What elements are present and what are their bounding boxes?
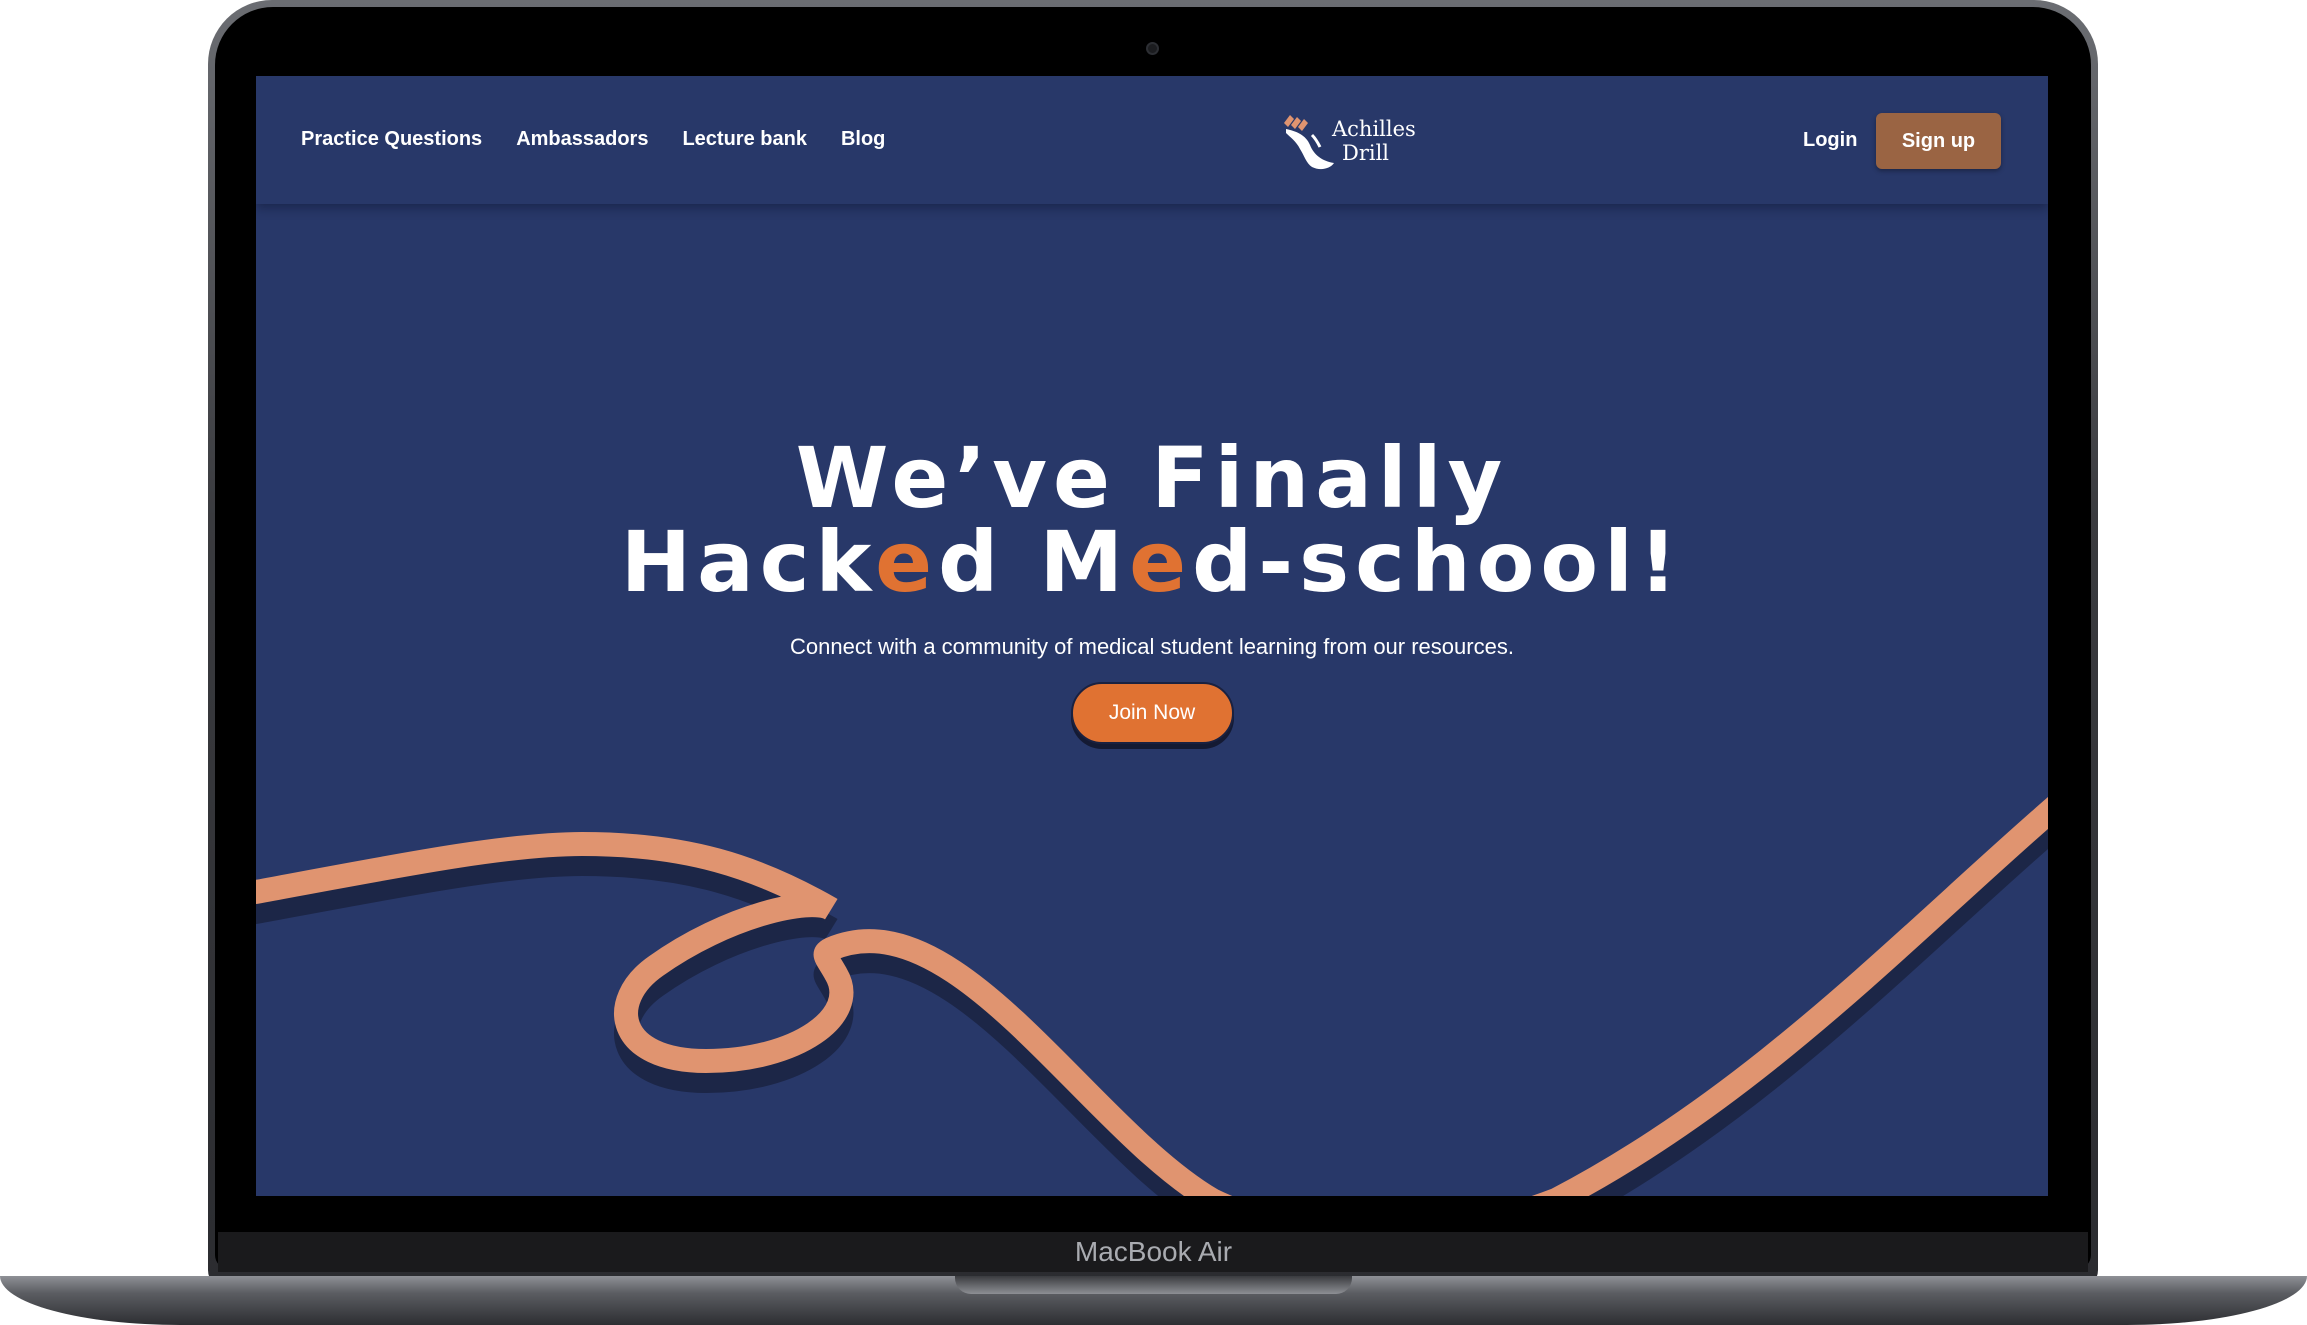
join-now-button[interactable]: Join Now	[1070, 682, 1234, 744]
website-screen: Practice Questions Ambassadors Lecture b…	[256, 76, 2048, 1196]
nav-blog[interactable]: Blog	[841, 128, 885, 151]
nav-practice-questions[interactable]: Practice Questions	[301, 128, 482, 151]
nav-lecture-bank[interactable]: Lecture bank	[682, 128, 806, 151]
running-foot-icon	[1284, 115, 1334, 170]
hero-title: We’ve Finally Hacked Med-school!	[256, 436, 2048, 604]
signup-button[interactable]: Sign up	[1876, 113, 2001, 169]
logo-line2: Drill	[1342, 141, 1390, 165]
laptop-model-label: MacBook Air	[1074, 1236, 1233, 1267]
hero-title-accent-e1: e	[875, 513, 939, 611]
top-navbar: Practice Questions Ambassadors Lecture b…	[256, 76, 2048, 204]
hero-section: We’ve Finally Hacked Med-school! Connect…	[256, 436, 2048, 744]
achilles-drill-logo[interactable]: Achilles Drill	[1280, 109, 1425, 175]
laptop-mockup: Practice Questions Ambassadors Lecture b…	[0, 0, 2307, 1325]
hero-subtitle: Connect with a community of medical stud…	[790, 634, 1514, 659]
hero-title-accent-e2: e	[1129, 513, 1193, 611]
hero-title-part2: d M	[938, 513, 1130, 611]
logo-line1: Achilles	[1332, 117, 1416, 141]
nav-ambassadors[interactable]: Ambassadors	[516, 128, 648, 151]
hero-title-part3: d-school!	[1192, 513, 1684, 611]
login-link[interactable]: Login	[1803, 129, 1857, 152]
laptop-hinge-notch	[955, 1276, 1352, 1294]
camera-icon	[1146, 42, 1159, 55]
nav-links: Practice Questions Ambassadors Lecture b…	[301, 128, 885, 151]
hero-title-part1: Hack	[620, 513, 876, 611]
